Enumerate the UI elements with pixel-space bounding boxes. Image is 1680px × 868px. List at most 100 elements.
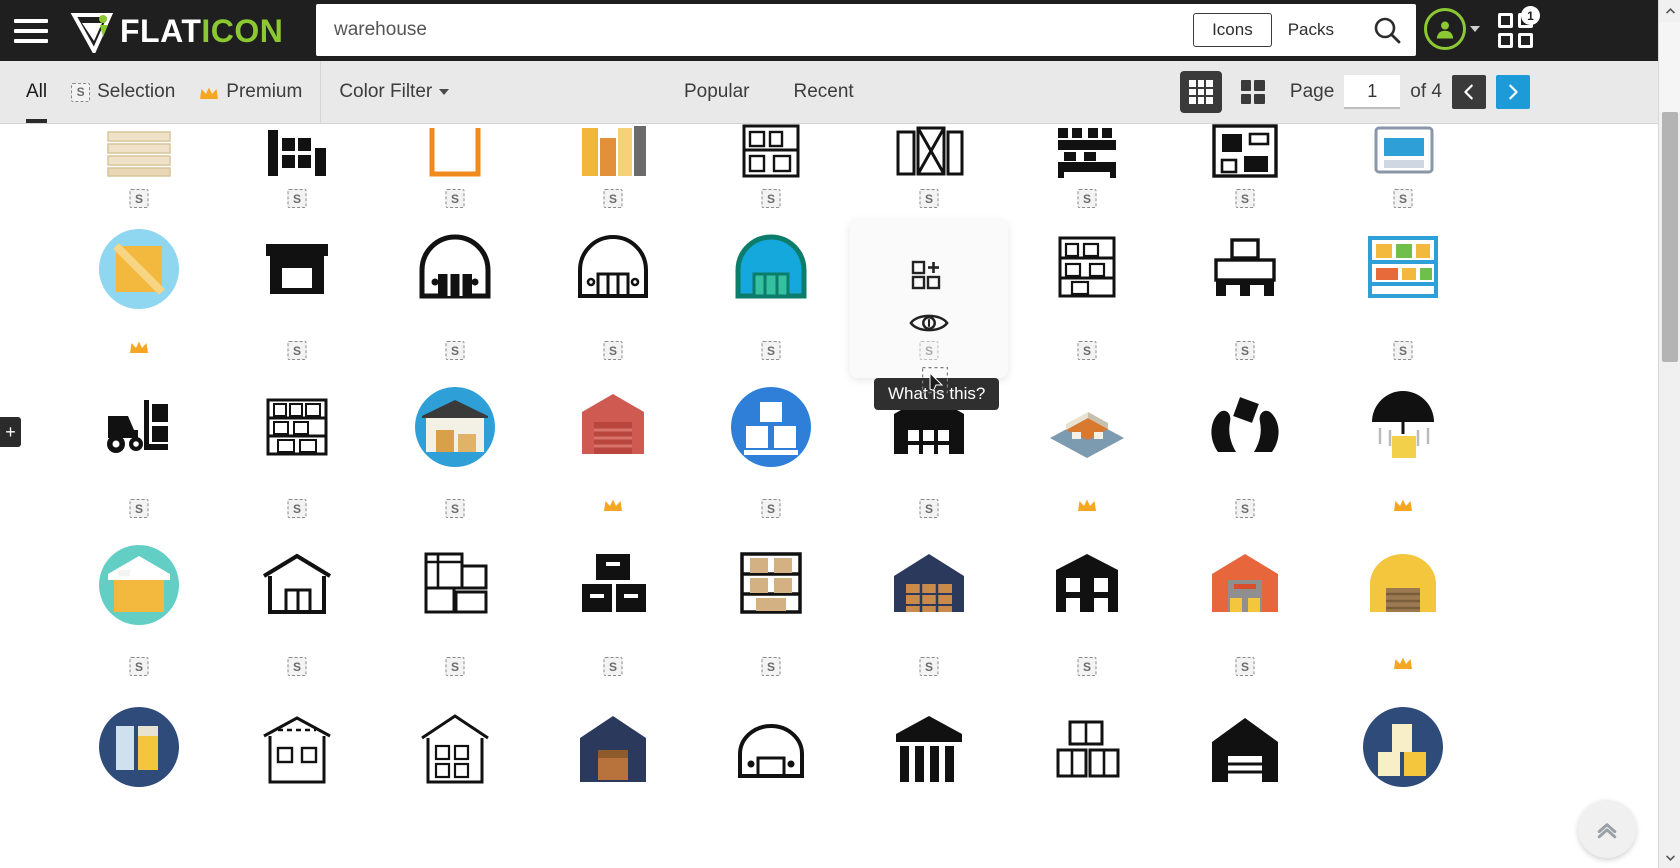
flaticon-logo[interactable]: FLATICON (70, 9, 284, 55)
icon-wooden-pallet[interactable]: S (60, 124, 218, 220)
icon-garage-dark[interactable] (1166, 694, 1324, 804)
icon-storefront[interactable] (850, 694, 1008, 804)
icon-pallet-boxes[interactable]: S (1166, 220, 1324, 378)
sort-recent-label: Recent (793, 81, 854, 102)
icon-art (1200, 382, 1290, 472)
prev-page-button[interactable] (1452, 75, 1486, 109)
icon-box-lines[interactable]: S (376, 536, 534, 694)
tab-icons[interactable]: Icons (1193, 13, 1272, 47)
icon-art (568, 224, 658, 314)
eye-preview-icon[interactable] (908, 306, 950, 340)
hamburger-menu-icon[interactable] (0, 0, 62, 61)
scrollbar-track[interactable] (1659, 22, 1680, 112)
results-row (0, 694, 1548, 804)
icon-warehouse-outline-2[interactable]: S (218, 536, 376, 694)
status-badge: S (445, 499, 465, 518)
icon-printer-blue[interactable]: S (1324, 124, 1482, 220)
icon-art (568, 702, 658, 792)
icon-blue-circle-crates[interactable] (60, 694, 218, 804)
icon-hangar-filled[interactable]: S (376, 220, 534, 378)
icon-isometric-warehouse[interactable] (1008, 378, 1166, 536)
filter-selection[interactable]: S Selection (59, 61, 187, 123)
browser-scrollbar[interactable] (1658, 0, 1680, 868)
sort-popular[interactable]: Popular (672, 61, 762, 123)
status-badge: S (287, 341, 307, 360)
logo-text-icon: ICON (201, 12, 284, 49)
icon-warehouse-building[interactable]: S (1166, 124, 1324, 220)
icon-hangar-teal[interactable]: S (692, 220, 850, 378)
status-badge: S (129, 499, 149, 518)
icon-warehouse-circle[interactable]: S (376, 378, 534, 536)
icon-two-boxes-dark[interactable]: S (534, 536, 692, 694)
apps-grid-icon[interactable]: 1 (1494, 6, 1542, 52)
search-icon[interactable] (1358, 4, 1416, 56)
scroll-to-top-button[interactable] (1578, 800, 1636, 858)
tab-packs[interactable]: Packs (1272, 14, 1350, 46)
icon-navy-house-box[interactable] (534, 694, 692, 804)
selection-s-badge-icon: S (71, 82, 91, 102)
icon-orange-garage[interactable]: S (1166, 536, 1324, 694)
grid-dense-view[interactable] (1179, 71, 1222, 113)
icon-open-box-outline[interactable]: S (376, 124, 534, 220)
icon-crate-crossed[interactable]: S (850, 124, 1008, 220)
icon-art (252, 124, 342, 180)
icon-hangar-outline[interactable]: S (534, 220, 692, 378)
icon-art (1042, 224, 1132, 314)
page-input[interactable] (1344, 75, 1401, 109)
icon-shelf-crates[interactable]: S (692, 536, 850, 694)
icon-navy-warehouse[interactable]: S (850, 536, 1008, 694)
icon-art (884, 124, 974, 180)
icon-warehouse-rack[interactable]: S (1008, 124, 1166, 220)
icon-warehouse-solid[interactable]: S (218, 220, 376, 378)
filter-all[interactable]: All (14, 61, 59, 123)
icon-warehouse-windows[interactable]: S (1008, 536, 1166, 694)
status-badge-premium (1393, 498, 1413, 518)
left-panel-toggle[interactable]: + (0, 417, 21, 447)
icon-hangar-small[interactable] (692, 694, 850, 804)
grid-large-view[interactable] (1232, 71, 1274, 113)
icon-art (726, 702, 816, 792)
icon-shelving-boxes[interactable]: S (1008, 220, 1166, 378)
icon-garage-circle-teal[interactable]: S (60, 536, 218, 694)
results-row: S S (0, 220, 1548, 378)
icon-hands-package[interactable]: S (1166, 378, 1324, 536)
scrollbar-thumb[interactable] (1662, 112, 1678, 362)
crown-icon (1078, 499, 1096, 511)
icon-colored-shelf[interactable]: S (1324, 220, 1482, 378)
chevron-left-icon (1464, 84, 1473, 100)
icon-blue-circle-pallet[interactable] (1324, 694, 1482, 804)
search-bar: warehouse Icons Packs (316, 4, 1416, 56)
search-results-grid: S S S S S S S S S S S S S S S S S S S S … (0, 124, 1548, 868)
add-to-collection-icon[interactable] (908, 258, 950, 292)
color-filter-dropdown[interactable]: Color Filter (327, 61, 461, 123)
icon-shelf-line[interactable]: S (692, 124, 850, 220)
status-badge: S (445, 657, 465, 676)
next-page-button[interactable] (1496, 75, 1530, 109)
icon-storage-rack[interactable]: S (218, 378, 376, 536)
icon-colored-crates[interactable]: S (534, 124, 692, 220)
icon-gold-box-circle[interactable] (60, 220, 218, 378)
icon-forklift[interactable]: S (60, 378, 218, 536)
icon-art (410, 124, 500, 180)
icon-boxes-outline[interactable] (1008, 694, 1166, 804)
scrollbar-up-button[interactable] (1659, 0, 1680, 22)
icon-house-boxes[interactable] (376, 694, 534, 804)
icon-yellow-garage[interactable] (1324, 536, 1482, 694)
filter-premium[interactable]: Premium (187, 61, 314, 123)
scrollbar-down-button[interactable] (1659, 846, 1680, 868)
icon-red-warehouse[interactable] (534, 378, 692, 536)
icon-blue-boxes-circle[interactable]: S (692, 378, 850, 536)
icon-warehouse-thin[interactable] (218, 694, 376, 804)
sort-recent[interactable]: Recent (782, 61, 866, 123)
crown-icon (1394, 499, 1412, 511)
icon-boxes-stack-dark[interactable]: S (218, 124, 376, 220)
icon-art (884, 702, 974, 792)
icon-art (568, 382, 658, 472)
icon-art (410, 540, 500, 630)
icon-fragile-umbrella[interactable] (1324, 378, 1482, 536)
account-menu[interactable] (1424, 8, 1480, 50)
grid-9-icon (1188, 80, 1213, 104)
icon-art (94, 540, 184, 630)
search-input[interactable]: warehouse (316, 4, 1193, 56)
icon-hovered-item[interactable]: S (850, 220, 1008, 378)
